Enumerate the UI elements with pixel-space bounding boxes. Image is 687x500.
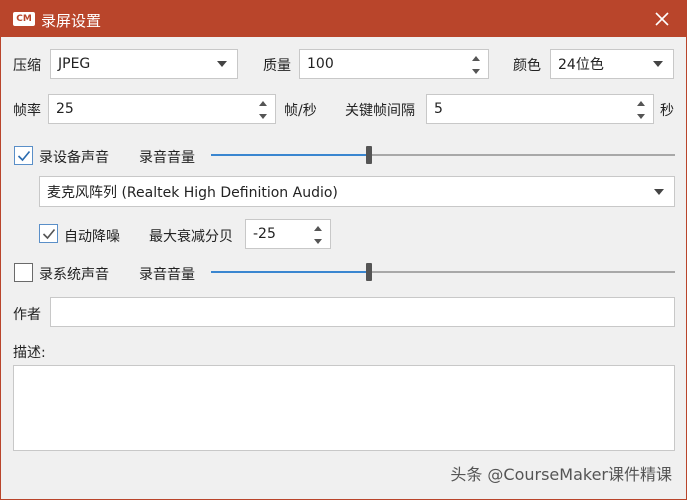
device-volume-label: 录音音量 [139, 150, 195, 166]
spin-arrows-icon[interactable] [259, 99, 269, 121]
description-label: 描述: [13, 345, 46, 361]
slider-filled-track [211, 154, 369, 156]
slider-empty-track [369, 154, 675, 156]
compression-label: 压缩 [13, 58, 41, 74]
max-decay-value: -25 [253, 226, 276, 242]
app-logo-icon: CM [13, 12, 35, 26]
keyframe-stepper[interactable]: 5 [426, 94, 654, 124]
compression-select[interactable]: JPEG [50, 49, 238, 79]
framerate-label: 帧率 [13, 103, 41, 119]
quality-stepper[interactable]: 100 [299, 49, 489, 79]
settings-window: CM 录屏设置 压缩 JPEG 质量 100 颜色 24位色 帧率 25 帧/秒… [0, 0, 687, 500]
title-bar: CM 录屏设置 [1, 1, 686, 37]
device-volume-slider[interactable] [211, 145, 675, 165]
window-title: 录屏设置 [41, 12, 102, 30]
spin-arrows-icon[interactable] [637, 99, 647, 121]
slider-thumb[interactable] [366, 263, 372, 281]
quality-value: 100 [307, 56, 334, 72]
max-decay-label: 最大衰减分贝 [149, 229, 233, 245]
checkmark-icon [17, 150, 31, 162]
spin-arrows-icon[interactable] [314, 224, 324, 246]
framerate-unit: 帧/秒 [284, 103, 317, 119]
slider-thumb[interactable] [366, 146, 372, 164]
slider-empty-track [369, 271, 675, 273]
compression-value: JPEG [58, 56, 91, 72]
chevron-down-icon [654, 188, 664, 195]
denoise-label: 自动降噪 [64, 229, 120, 245]
max-decay-stepper[interactable]: -25 [245, 219, 331, 249]
watermark-text: 头条 @CourseMaker课件精课 [450, 465, 672, 484]
checkmark-icon [42, 228, 56, 240]
system-audio-label: 录系统声音 [39, 267, 109, 283]
device-audio-label: 录设备声音 [39, 150, 109, 166]
denoise-checkbox[interactable] [39, 224, 58, 243]
close-button[interactable] [648, 5, 676, 33]
author-label: 作者 [13, 307, 41, 323]
framerate-stepper[interactable]: 25 [48, 94, 276, 124]
system-volume-label: 录音音量 [139, 267, 195, 283]
device-audio-checkbox[interactable] [14, 146, 33, 165]
keyframe-label: 关键帧间隔 [345, 103, 415, 119]
slider-filled-track [211, 271, 369, 273]
system-audio-checkbox[interactable] [14, 263, 33, 282]
audio-device-select[interactable]: 麦克风阵列 (Realtek High Definition Audio) [39, 176, 675, 207]
quality-label: 质量 [263, 58, 291, 74]
chevron-down-icon [653, 61, 663, 67]
chevron-down-icon [217, 61, 227, 67]
system-volume-slider[interactable] [211, 262, 675, 282]
framerate-value: 25 [56, 101, 74, 117]
color-select[interactable]: 24位色 [550, 49, 674, 79]
keyframe-value: 5 [434, 101, 443, 117]
spin-arrows-icon[interactable] [472, 54, 482, 76]
close-icon [655, 12, 669, 26]
author-input[interactable] [50, 297, 675, 327]
color-label: 颜色 [513, 58, 541, 74]
description-textarea[interactable] [13, 365, 675, 451]
keyframe-unit: 秒 [660, 103, 674, 119]
audio-device-value: 麦克风阵列 (Realtek High Definition Audio) [47, 184, 338, 201]
color-value: 24位色 [558, 57, 604, 73]
